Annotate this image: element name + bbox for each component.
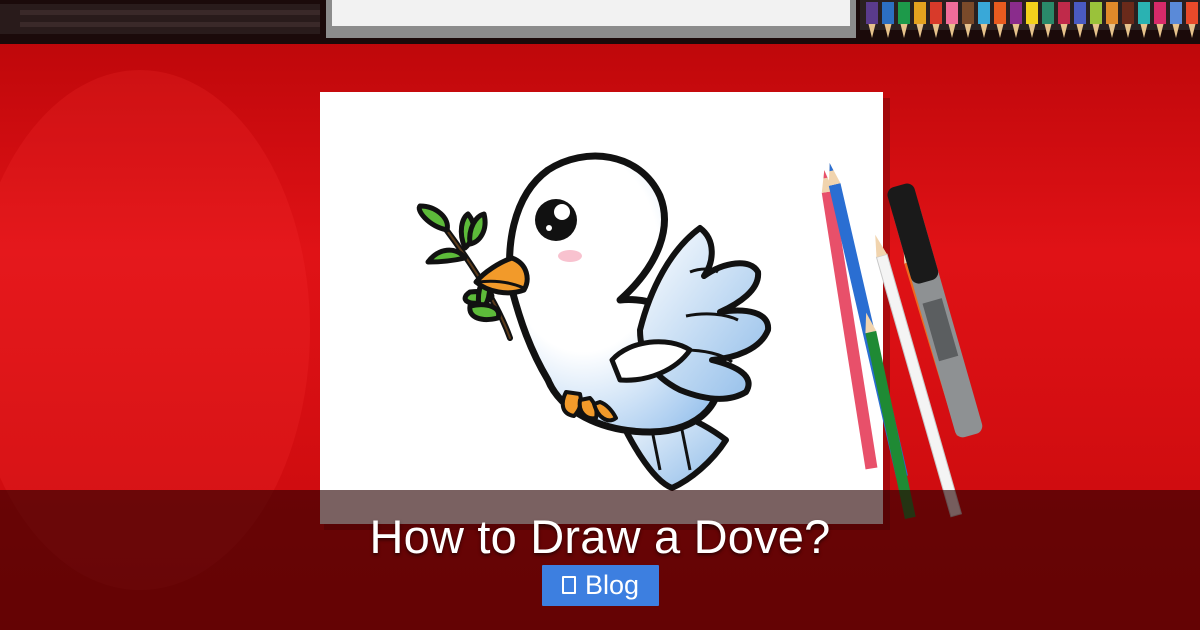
dove-blush [558,250,582,262]
marker-row [0,4,320,34]
blog-label: Blog [584,570,640,600]
blog-category-button[interactable]: Blog [542,565,659,606]
palette-tray [326,0,856,38]
box-icon [561,575,576,594]
page-title: How to Draw a Dove? [369,510,831,563]
dove-eye [535,199,577,241]
